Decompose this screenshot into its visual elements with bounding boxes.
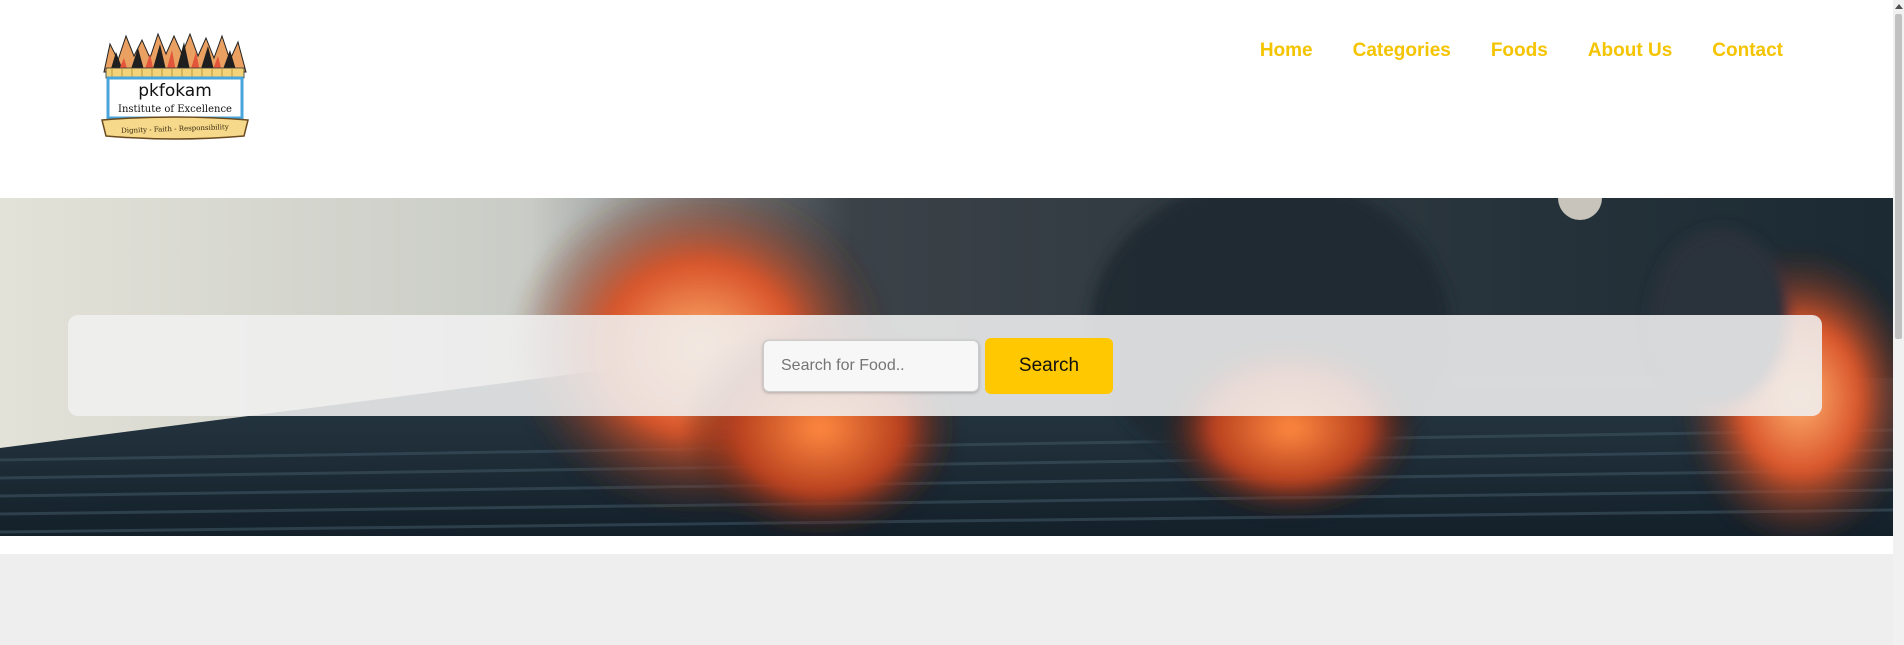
search-button[interactable]: Search xyxy=(985,338,1113,394)
svg-text:Institute of Excellence: Institute of Excellence xyxy=(118,104,232,115)
logo-crest-icon: pkfokam Institute of Excellence Dignity … xyxy=(101,32,249,140)
site-header: pkfokam Institute of Excellence Dignity … xyxy=(0,0,1893,198)
scroll-up-icon[interactable] xyxy=(1895,4,1903,9)
nav-categories[interactable]: Categories xyxy=(1353,38,1451,64)
svg-text:pkfokam: pkfokam xyxy=(138,81,212,101)
main-nav: Home Categories Foods About Us Contact xyxy=(1220,38,1783,64)
page: pkfokam Institute of Excellence Dignity … xyxy=(0,0,1893,645)
nav-foods[interactable]: Foods xyxy=(1491,38,1548,64)
content-area xyxy=(0,554,1893,645)
nav-home[interactable]: Home xyxy=(1260,38,1313,64)
site-logo[interactable]: pkfokam Institute of Excellence Dignity … xyxy=(100,30,250,142)
page-scrollbar[interactable] xyxy=(1893,0,1904,645)
food-search-input[interactable] xyxy=(763,340,979,392)
search-panel: Search xyxy=(68,315,1822,416)
nav-contact[interactable]: Contact xyxy=(1712,38,1783,64)
scroll-thumb[interactable] xyxy=(1895,14,1902,339)
food-search-form: Search xyxy=(763,338,1113,394)
nav-about-us[interactable]: About Us xyxy=(1588,38,1672,64)
hero-banner: Search xyxy=(0,198,1893,536)
